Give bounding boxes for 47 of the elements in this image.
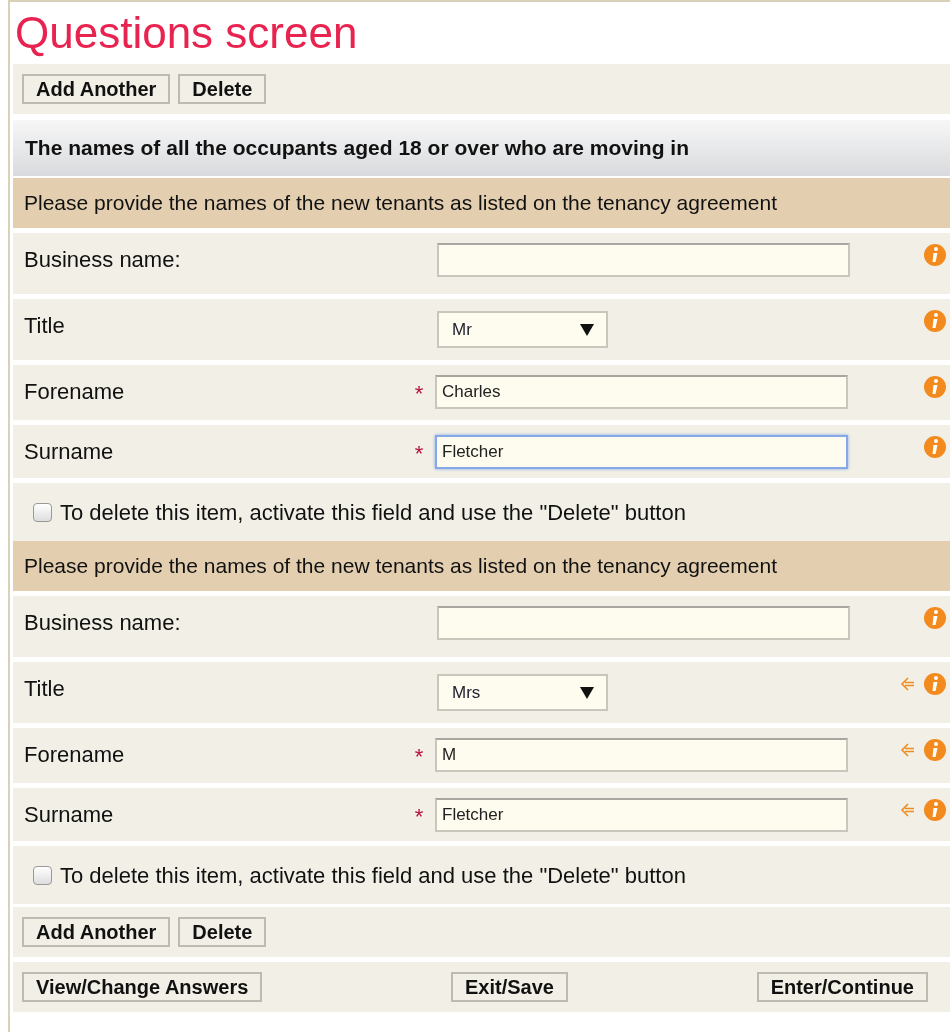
text-field[interactable]: Fletcher (435, 798, 848, 832)
delete-button[interactable]: Delete (178, 917, 267, 947)
caret-icon (580, 323, 594, 336)
delete-button[interactable]: Delete (178, 74, 267, 104)
field-label: Surname (23, 438, 115, 466)
field-label: Surname (23, 801, 115, 829)
view-change-answers-button[interactable]: View/Change Answers (22, 972, 263, 1002)
info-icon[interactable] (924, 798, 946, 822)
required-asterisk: * (413, 380, 425, 405)
required-asterisk: * (413, 743, 425, 768)
business-name-field[interactable] (437, 606, 850, 640)
instruction-bar: Please provide the names of the new tenants as listed on the tenancy agreement (13, 541, 950, 591)
required-asterisk: * (413, 803, 425, 828)
instruction-bar: Please provide the names of the new tenants as listed on the tenancy agreement (13, 178, 950, 228)
info-icon[interactable] (924, 309, 946, 333)
info-icon[interactable] (924, 375, 946, 399)
info-icon[interactable] (924, 606, 946, 630)
exit-save-button[interactable]: Exit/Save (451, 972, 568, 1002)
field-label: Business name: (23, 246, 182, 274)
enter-continue-button[interactable]: Enter/Continue (756, 972, 928, 1002)
field-label: Business name: (23, 609, 182, 637)
checkbox[interactable] (33, 502, 52, 522)
dropdown-value: Mr (452, 318, 472, 341)
title-dropdown[interactable]: Mr (437, 311, 608, 348)
page-title: Questions screen (14, 7, 359, 59)
info-icon[interactable] (924, 672, 946, 696)
checkbox-label: To delete this item, activate this field and use the "Delete" button (60, 498, 686, 527)
add-another-button[interactable]: Add Another (22, 917, 171, 947)
info-icon[interactable] (924, 435, 946, 459)
field-label: Forename (23, 741, 126, 769)
text-field[interactable]: Fletcher (435, 435, 848, 469)
field-label: Forename (23, 378, 126, 406)
info-icon[interactable] (924, 243, 946, 267)
caret-icon (580, 686, 594, 699)
title-dropdown[interactable]: Mrs (437, 674, 608, 711)
question-heading: The names of all the occupants aged 18 or over who are moving in (13, 120, 950, 176)
checkbox[interactable] (33, 865, 52, 885)
text-field[interactable]: Charles (435, 375, 848, 409)
add-another-button[interactable]: Add Another (22, 74, 171, 104)
text-field[interactable]: M (435, 738, 848, 772)
business-name-field[interactable] (437, 243, 850, 277)
required-asterisk: * (413, 440, 425, 465)
info-icon[interactable] (924, 738, 946, 762)
field-label: Title (23, 675, 66, 703)
checkbox-label: To delete this item, activate this field and use the "Delete" button (60, 861, 686, 890)
dropdown-value: Mrs (452, 681, 481, 704)
field-label: Title (23, 312, 66, 340)
